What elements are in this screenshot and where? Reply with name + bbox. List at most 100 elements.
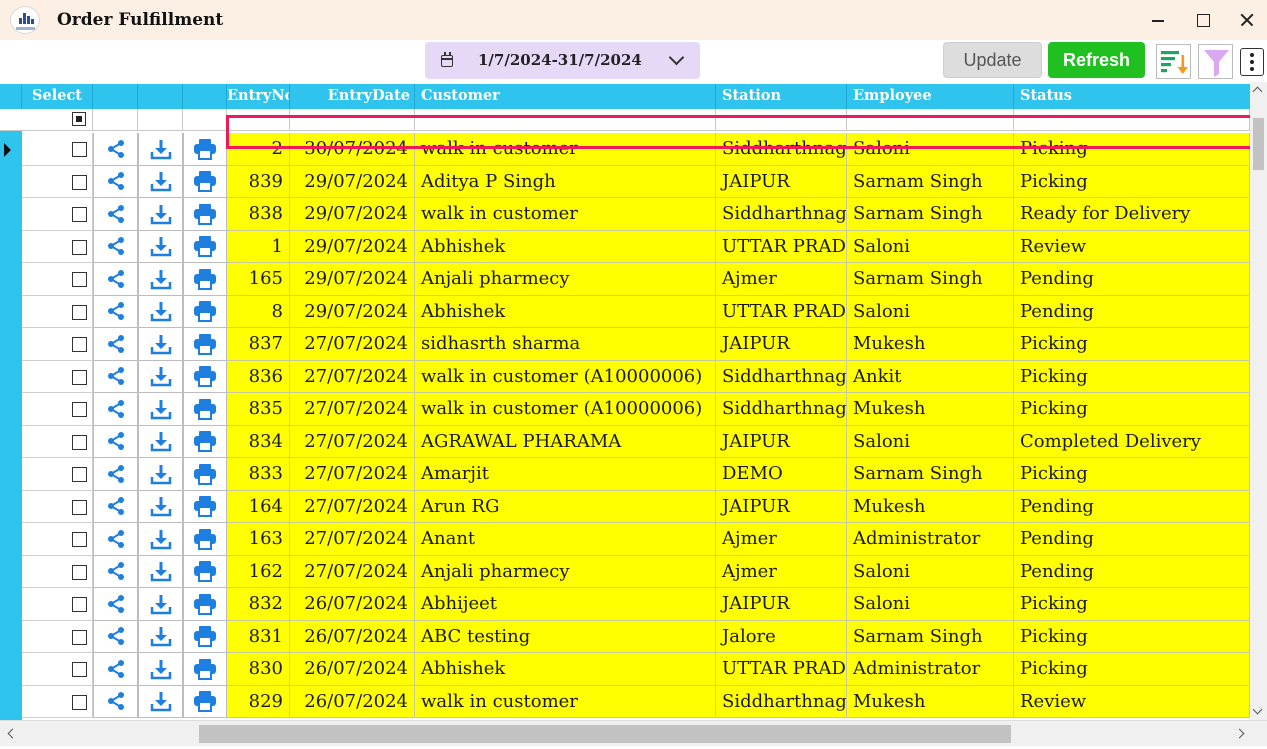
table-row[interactable]: 163 27/07/2024 Anant Ajmer Administrator Pend… [0, 523, 1250, 556]
share-button[interactable] [93, 555, 138, 588]
scroll-right-icon[interactable] [1234, 728, 1245, 739]
row-checkbox[interactable] [72, 142, 87, 157]
header-customer[interactable]: Customer [415, 84, 716, 109]
header-select[interactable]: Select [22, 84, 93, 109]
vertical-scroll-thumb[interactable] [1253, 118, 1264, 170]
table-row[interactable]: 829/07/2024AbhishekUTTAR PRADESHSaloniPe… [0, 295, 1250, 328]
row-checkbox[interactable] [72, 694, 87, 710]
table-row[interactable]: 829 26/07/2024 walk in customer Siddharthna… [0, 685, 1250, 718]
scroll-left-icon[interactable] [7, 728, 18, 739]
table-row[interactable]: 832 26/07/2024 Abhijeet JAIPUR Saloni Picking [0, 588, 1250, 621]
filter-entry-date[interactable] [290, 109, 415, 130]
share-button[interactable] [93, 393, 138, 426]
filter-entry-no[interactable] [227, 109, 290, 130]
print-button[interactable] [183, 133, 227, 166]
share-button[interactable] [93, 165, 138, 198]
share-button[interactable] [93, 458, 138, 491]
download-button[interactable] [138, 230, 183, 263]
filter-button[interactable] [1198, 44, 1233, 79]
more-options-button[interactable] [1240, 48, 1264, 76]
table-row[interactable]: 129/07/2024AbhishekUTTAR PRADESHSaloniRe… [0, 230, 1250, 263]
share-button[interactable] [93, 620, 138, 653]
print-button[interactable] [183, 588, 227, 621]
download-button[interactable] [138, 165, 183, 198]
print-button[interactable] [183, 230, 227, 263]
row-checkbox[interactable] [72, 662, 87, 677]
download-button[interactable] [138, 393, 183, 426]
download-button[interactable] [138, 523, 183, 556]
download-button[interactable] [138, 263, 183, 296]
minimize-icon[interactable] [1143, 6, 1173, 34]
row-checkbox[interactable] [72, 467, 87, 482]
scroll-down-icon[interactable] [1252, 704, 1263, 715]
vertical-scrollbar[interactable] [1250, 82, 1267, 720]
row-checkbox[interactable] [72, 174, 87, 190]
refresh-button[interactable]: Refresh [1048, 42, 1145, 78]
share-button[interactable] [93, 328, 138, 361]
download-button[interactable] [138, 620, 183, 653]
share-button[interactable] [93, 133, 138, 166]
filter-status[interactable] [1014, 109, 1250, 130]
row-checkbox[interactable] [72, 272, 87, 287]
share-button[interactable] [93, 295, 138, 328]
download-button[interactable] [138, 555, 183, 588]
print-button[interactable] [183, 295, 227, 328]
filter-customer[interactable] [415, 109, 716, 130]
print-button[interactable] [183, 523, 227, 556]
chevron-down-icon[interactable] [668, 49, 685, 66]
row-checkbox[interactable] [72, 207, 87, 222]
download-button[interactable] [138, 425, 183, 458]
share-button[interactable] [93, 588, 138, 621]
share-button[interactable] [93, 653, 138, 686]
print-button[interactable] [183, 198, 227, 231]
table-row[interactable]: 835 27/07/2024 walk in customer (A10000006… [0, 393, 1250, 426]
print-button[interactable] [183, 165, 227, 198]
table-row[interactable]: 162 27/07/2024 Anjali pharmecy Ajmer Saloni P… [0, 555, 1250, 588]
header-station[interactable]: Station [716, 84, 847, 109]
table-row[interactable]: 165 29/07/2024 Anjali pharmecy Ajmer Sarnam … [0, 263, 1250, 296]
print-button[interactable] [183, 685, 227, 718]
scroll-up-icon[interactable] [1252, 86, 1263, 97]
close-icon[interactable] [1232, 6, 1262, 34]
update-button[interactable]: Update [943, 42, 1042, 78]
table-row[interactable]: 837 27/07/2024 sidhasrth sharma JAIPUR Mukes… [0, 328, 1250, 361]
table-row[interactable]: 83026/07/2024AbhishekUTTAR PRADESHAdmini… [0, 653, 1250, 686]
table-row[interactable]: 230/07/2024walk in customerSiddharthnaga… [0, 133, 1250, 166]
print-button[interactable] [183, 458, 227, 491]
share-button[interactable] [93, 685, 138, 718]
maximize-icon[interactable] [1188, 6, 1218, 34]
row-checkbox[interactable] [72, 499, 87, 515]
download-button[interactable] [138, 133, 183, 166]
print-button[interactable] [183, 328, 227, 361]
table-row[interactable]: 833 27/07/2024 Amarjit DEMO Sarnam Singh Pick… [0, 458, 1250, 491]
share-button[interactable] [93, 360, 138, 393]
download-button[interactable] [138, 588, 183, 621]
table-row[interactable]: 839 29/07/2024 Aditya P Singh JAIPUR Sarnam … [0, 165, 1250, 198]
row-checkbox[interactable] [72, 434, 87, 450]
print-button[interactable] [183, 360, 227, 393]
download-button[interactable] [138, 458, 183, 491]
date-range-picker[interactable]: 1/7/2024-31/7/2024 [425, 42, 700, 79]
download-button[interactable] [138, 295, 183, 328]
share-button[interactable] [93, 263, 138, 296]
table-row[interactable]: 831 26/07/2024 ABC testing Jalore Sarnam Sin… [0, 620, 1250, 653]
print-button[interactable] [183, 653, 227, 686]
print-button[interactable] [183, 425, 227, 458]
horizontal-scrollbar[interactable] [0, 720, 1267, 746]
download-button[interactable] [138, 653, 183, 686]
filter-employee[interactable] [847, 109, 1014, 130]
header-entry-date[interactable]: EntryDate [290, 84, 415, 109]
share-button[interactable] [93, 425, 138, 458]
table-row[interactable]: 836 27/07/2024 walk in customer (A10000006… [0, 360, 1250, 393]
row-checkbox[interactable] [72, 369, 87, 385]
header-entry-no[interactable]: EntryNo [227, 84, 290, 109]
table-row[interactable]: 834 27/07/2024 AGRAWAL PHARAMA JAIPUR Saloni… [0, 425, 1250, 458]
row-checkbox[interactable] [72, 337, 87, 352]
row-checkbox[interactable] [72, 629, 87, 645]
print-button[interactable] [183, 490, 227, 523]
download-button[interactable] [138, 198, 183, 231]
row-checkbox[interactable] [72, 304, 87, 320]
download-button[interactable] [138, 360, 183, 393]
table-row[interactable]: 164 27/07/2024 Arun RG JAIPUR Mukesh Pending [0, 490, 1250, 523]
row-checkbox[interactable] [72, 239, 87, 255]
